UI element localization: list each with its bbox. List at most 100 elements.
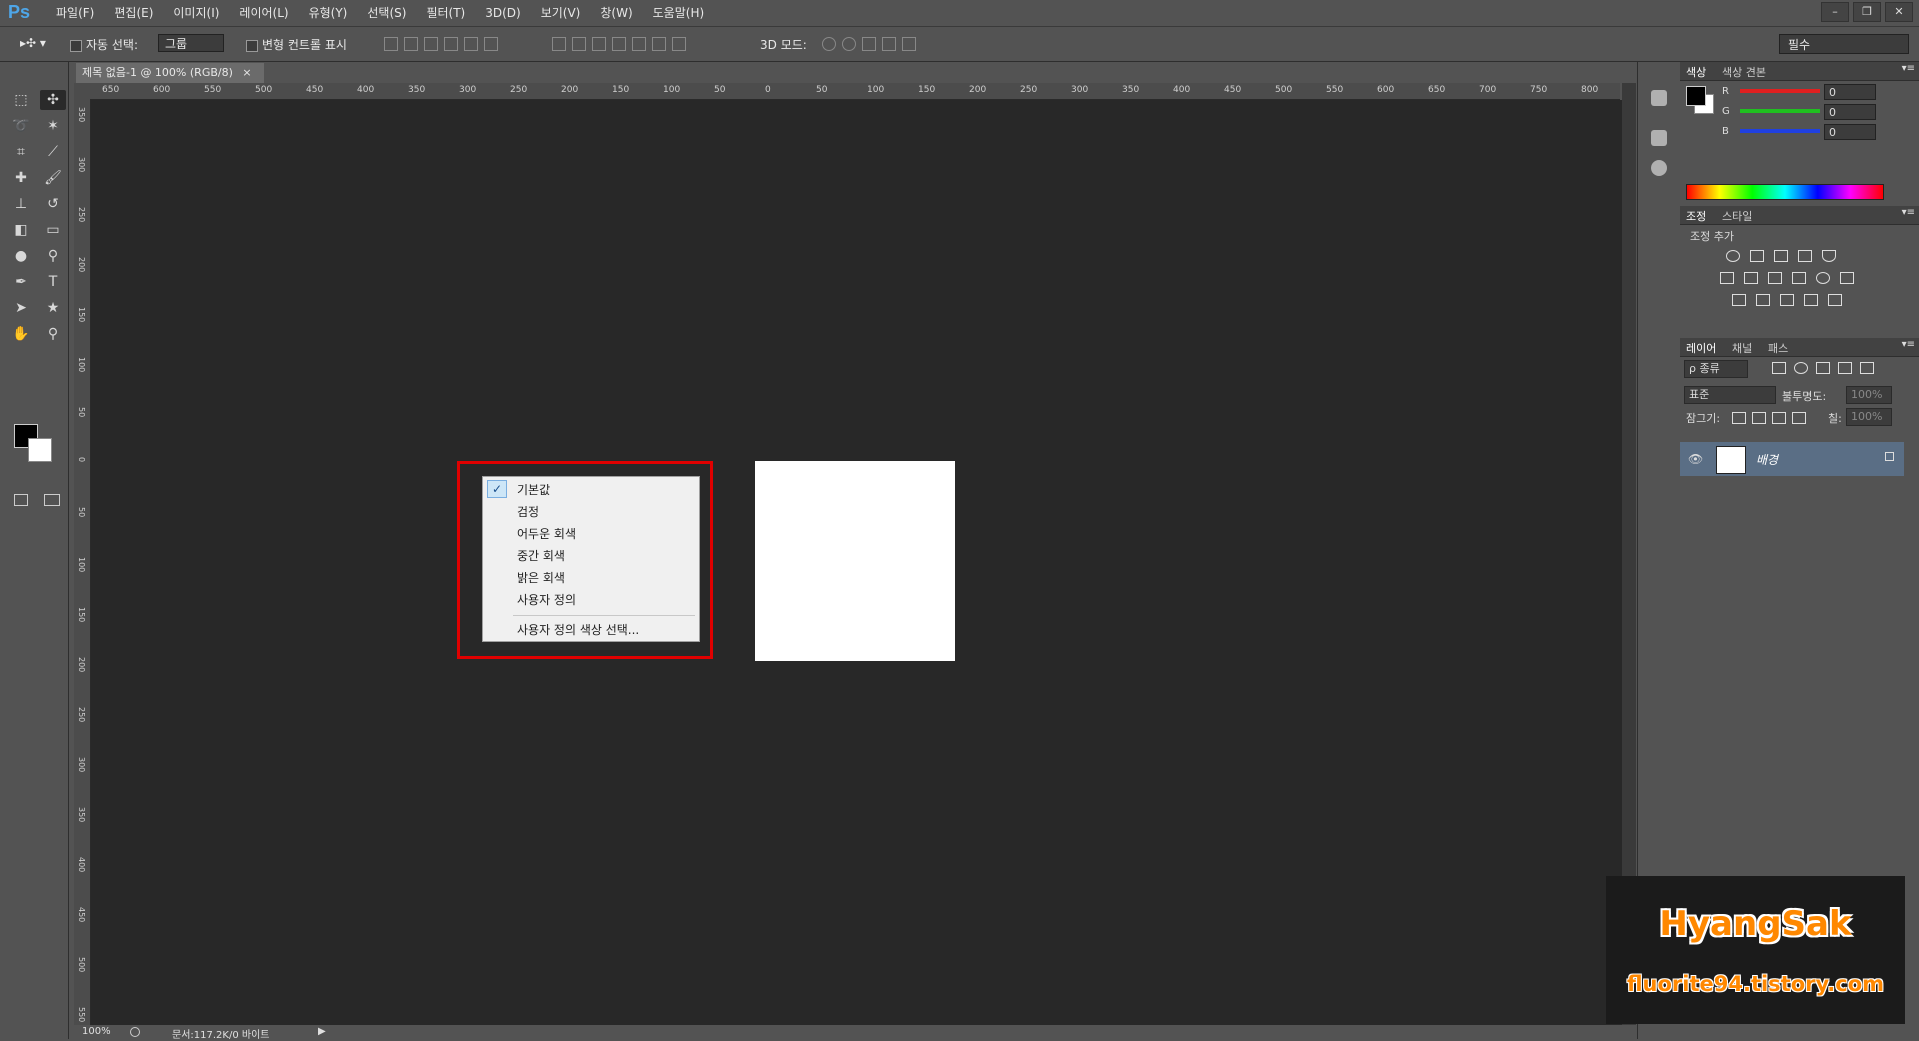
scale-3d-icon[interactable]: [902, 37, 916, 51]
close-button[interactable]: ✕: [1885, 2, 1913, 22]
channel-b-slider[interactable]: [1740, 129, 1820, 133]
posterize-icon[interactable]: [1756, 294, 1770, 306]
brush-tool-icon[interactable]: 🖌: [40, 168, 66, 188]
filter-type-icon[interactable]: [1816, 362, 1830, 374]
document-page[interactable]: [755, 461, 955, 661]
lasso-tool-icon[interactable]: ➰: [8, 116, 34, 136]
tab-layers[interactable]: 레이어: [1686, 340, 1716, 356]
menu-item-medium-gray[interactable]: 중간 회색: [517, 547, 565, 564]
curves-icon[interactable]: [1774, 250, 1788, 262]
screen-mode-icon[interactable]: [44, 494, 60, 506]
history-panel-icon[interactable]: [1651, 90, 1667, 106]
black-white-icon[interactable]: [1768, 272, 1782, 284]
crop-tool-icon[interactable]: ⌗: [8, 142, 34, 162]
menu-item-black[interactable]: 검정: [517, 503, 539, 520]
distribute-bottom-icon[interactable]: [592, 37, 606, 51]
channel-r-value[interactable]: 0: [1824, 84, 1876, 100]
menu-view[interactable]: 보기(V): [531, 0, 591, 26]
info-panel-icon[interactable]: [1651, 160, 1667, 176]
blend-mode-dropdown[interactable]: 표준: [1684, 386, 1776, 404]
status-info-icon[interactable]: [130, 1027, 140, 1037]
levels-icon[interactable]: [1750, 250, 1764, 262]
gradient-map-icon[interactable]: [1828, 294, 1842, 306]
selective-color-icon[interactable]: [1804, 294, 1818, 306]
menu-filter[interactable]: 필터(T): [416, 0, 475, 26]
dodge-tool-icon[interactable]: ⚲: [40, 246, 66, 266]
eyedropper-tool-icon[interactable]: ⟋: [40, 142, 66, 162]
menu-item-light-gray[interactable]: 밝은 회색: [517, 569, 565, 586]
lock-transparent-icon[interactable]: [1732, 412, 1746, 424]
layer-name[interactable]: 배경: [1756, 451, 1778, 468]
filter-adjustment-icon[interactable]: [1794, 362, 1808, 374]
hue-saturation-icon[interactable]: [1720, 272, 1734, 284]
orbit-3d-icon[interactable]: [822, 37, 836, 51]
filter-pixel-icon[interactable]: [1772, 362, 1786, 374]
layer-row[interactable]: 👁 배경: [1680, 442, 1904, 476]
distribute-right-icon[interactable]: [652, 37, 666, 51]
path-selection-tool-icon[interactable]: ➤: [8, 298, 34, 318]
marquee-tool-icon[interactable]: ⬚: [8, 90, 34, 110]
brightness-contrast-icon[interactable]: [1726, 250, 1740, 262]
color-balance-icon[interactable]: [1744, 272, 1758, 284]
vertical-ruler[interactable]: 350 300 250 200 150 100 50 0 50 100 150 200 250 300 35…: [74, 99, 91, 1025]
distribute-hcenter-icon[interactable]: [632, 37, 646, 51]
move-tool-icon[interactable]: ✣: [40, 90, 66, 110]
menu-item-select-custom-color[interactable]: 사용자 정의 색상 선택...: [517, 621, 639, 638]
menu-edit[interactable]: 편집(E): [104, 0, 163, 26]
minimize-button[interactable]: –: [1821, 2, 1849, 22]
status-menu-arrow-icon[interactable]: ▶: [318, 1026, 326, 1037]
tab-paths[interactable]: 패스: [1768, 340, 1788, 356]
gradient-tool-icon[interactable]: ▭: [40, 220, 66, 240]
fill-field[interactable]: 100%: [1846, 408, 1892, 426]
pan-3d-icon[interactable]: [862, 37, 876, 51]
slide-3d-icon[interactable]: [882, 37, 896, 51]
quick-mask-icon[interactable]: [14, 494, 28, 506]
document-tab-close-icon[interactable]: ×: [242, 66, 251, 79]
align-hcenter-icon[interactable]: [464, 37, 478, 51]
horizontal-ruler[interactable]: 650 600 550 500 450 400 350 300 250 200 150 100 50 0 5…: [90, 83, 1620, 100]
menu-select[interactable]: 선택(S): [357, 0, 416, 26]
photo-filter-icon[interactable]: [1792, 272, 1806, 284]
menu-help[interactable]: 도움말(H): [643, 0, 715, 26]
distribute-left-icon[interactable]: [612, 37, 626, 51]
align-left-icon[interactable]: [444, 37, 458, 51]
panel-menu-icon[interactable]: ▾≡: [1902, 63, 1915, 74]
lock-position-icon[interactable]: [1772, 412, 1786, 424]
healing-brush-tool-icon[interactable]: ✚: [8, 168, 34, 188]
panel-menu-icon[interactable]: ▾≡: [1902, 207, 1915, 218]
align-bottom-icon[interactable]: [424, 37, 438, 51]
menu-file[interactable]: 파일(F): [46, 0, 104, 26]
menu-item-custom[interactable]: 사용자 정의: [517, 591, 576, 608]
hand-tool-icon[interactable]: ✋: [8, 324, 34, 344]
menu-item-dark-gray[interactable]: 어두운 회색: [517, 525, 576, 542]
menu-layer[interactable]: 레이어(L): [229, 0, 298, 26]
history-brush-tool-icon[interactable]: ↺: [40, 194, 66, 214]
color-lookup-icon[interactable]: [1840, 272, 1854, 284]
channel-g-slider[interactable]: [1740, 109, 1820, 113]
transform-controls-checkbox[interactable]: 변형 컨트롤 표시: [246, 36, 347, 53]
zoom-level[interactable]: 100%: [82, 1026, 111, 1037]
workspace-dropdown[interactable]: 필수: [1779, 34, 1909, 54]
tab-channels[interactable]: 채널: [1732, 340, 1752, 356]
clone-stamp-tool-icon[interactable]: ⊥: [8, 194, 34, 214]
color-panel-foreground-swatch-front[interactable]: [1686, 86, 1706, 106]
invert-icon[interactable]: [1732, 294, 1746, 306]
roll-3d-icon[interactable]: [842, 37, 856, 51]
auto-select-dropdown[interactable]: 그룹: [158, 34, 224, 52]
pen-tool-icon[interactable]: ✒: [8, 272, 34, 292]
color-spectrum-bar[interactable]: [1686, 184, 1884, 200]
align-right-icon[interactable]: [484, 37, 498, 51]
panel-menu-icon[interactable]: ▾≡: [1902, 339, 1915, 350]
channel-b-value[interactable]: 0: [1824, 124, 1876, 140]
opacity-field[interactable]: 100%: [1846, 386, 1892, 404]
menu-type[interactable]: 유형(Y): [299, 0, 358, 26]
menu-image[interactable]: 이미지(I): [163, 0, 229, 26]
magic-wand-tool-icon[interactable]: ✶: [40, 116, 66, 136]
restore-button[interactable]: ❐: [1853, 2, 1881, 22]
vibrance-icon[interactable]: [1822, 250, 1836, 262]
exposure-icon[interactable]: [1798, 250, 1812, 262]
channel-r-slider[interactable]: [1740, 89, 1820, 93]
tab-color[interactable]: 색상: [1686, 64, 1706, 80]
blur-tool-icon[interactable]: ●: [8, 246, 34, 266]
tab-adjustments[interactable]: 조정: [1686, 208, 1706, 224]
